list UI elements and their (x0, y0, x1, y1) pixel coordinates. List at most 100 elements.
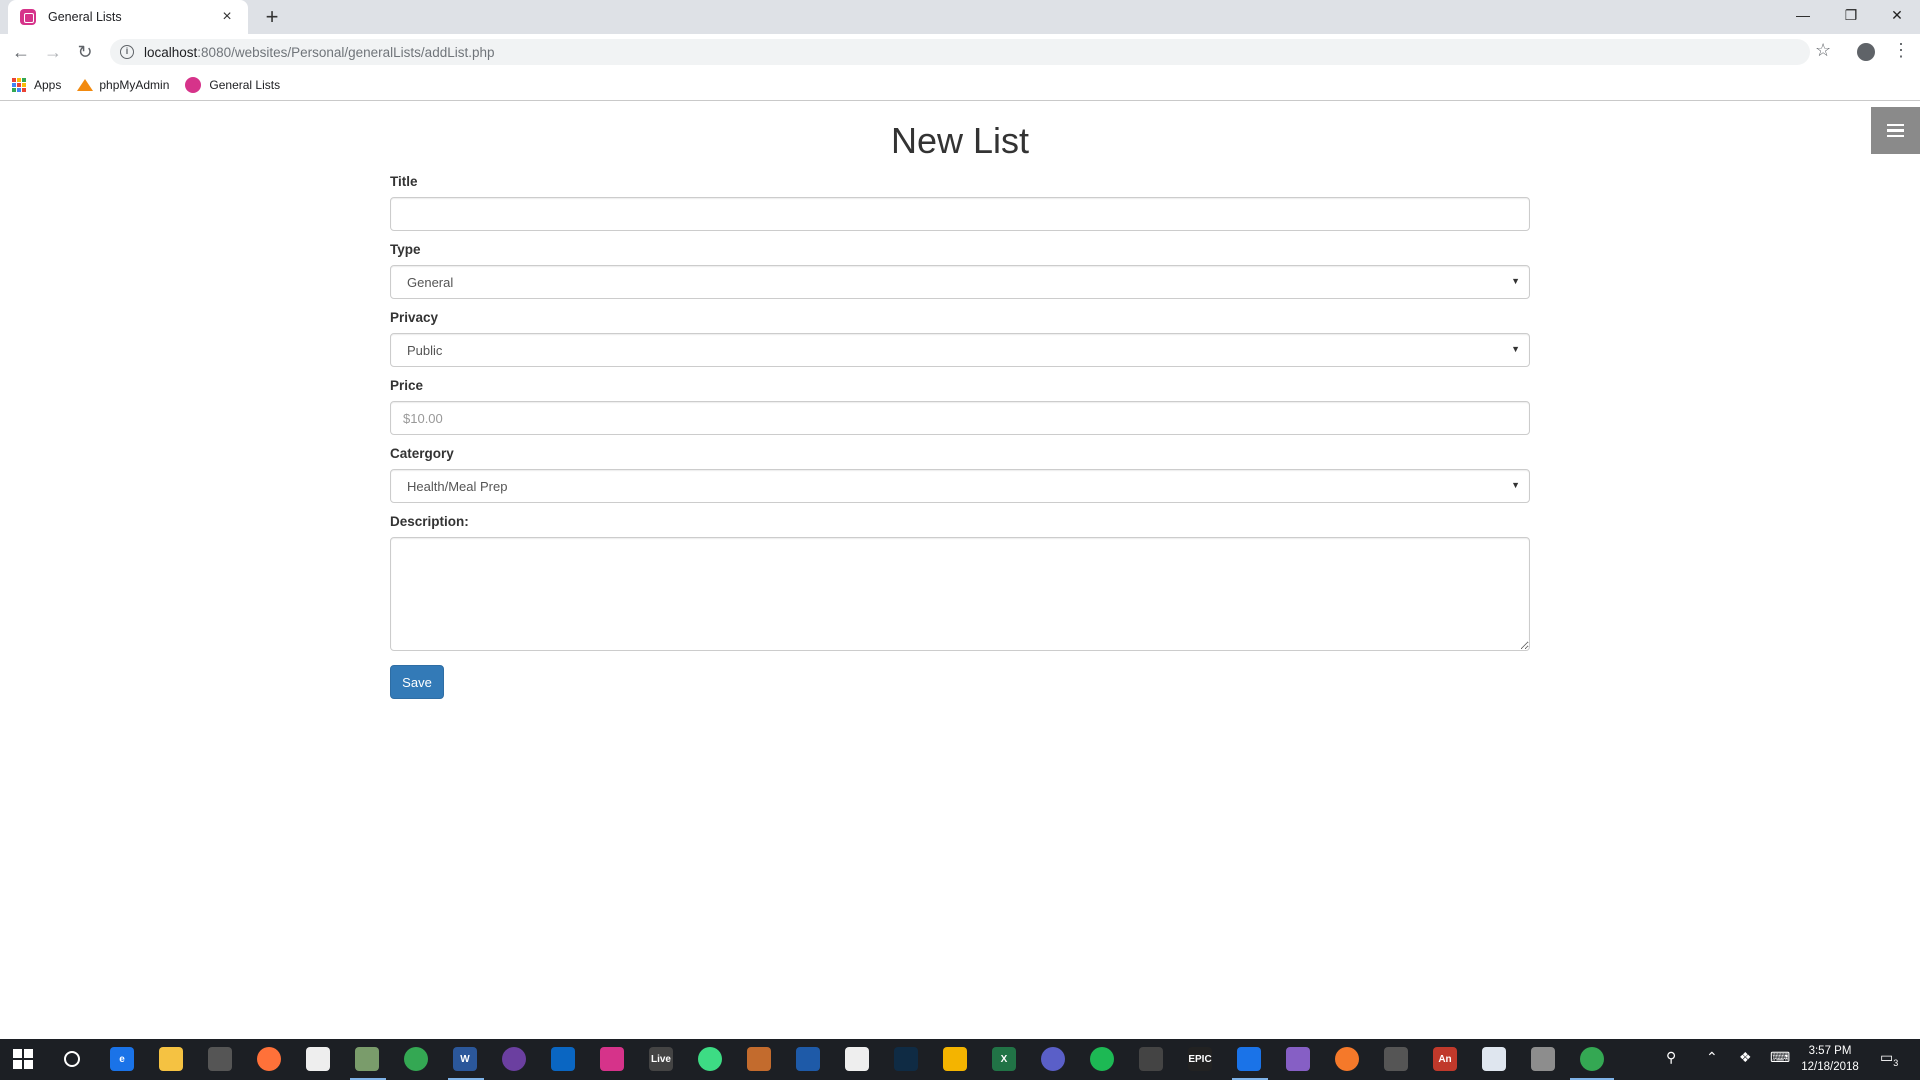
bookmark-apps[interactable]: Apps (12, 78, 61, 92)
cortana-search-icon[interactable] (60, 1047, 84, 1071)
chevron-up-icon[interactable]: ⌃ (1706, 1049, 1718, 1066)
excel-icon[interactable]: X (992, 1047, 1016, 1071)
category-select-wrap: Health/Meal Prep ▼ (390, 469, 1530, 503)
address-path: :8080/websites/Personal/generalLists/add… (197, 44, 495, 60)
price-label: Price (390, 378, 424, 393)
category-select[interactable]: Health/Meal Prep (390, 469, 1530, 503)
description-label: Description: (390, 514, 469, 529)
browser-toolbar: ← → ↻ i localhost:8080/websites/Personal… (0, 34, 1920, 70)
close-window-button[interactable]: ✕ (1874, 0, 1920, 30)
app-icon[interactable] (502, 1047, 526, 1071)
app-icon[interactable] (796, 1047, 820, 1071)
bookmark-star-icon[interactable]: ☆ (1815, 40, 1831, 61)
epic-games-icon[interactable]: EPIC (1188, 1047, 1212, 1071)
type-group: Type General ▼ (390, 241, 1530, 299)
people-icon[interactable]: ⚲ (1666, 1049, 1676, 1066)
taskbar: e W Live X EPIC An ⚲ ⌃ ❖ ⌨ 3:57 PM 12/18… (0, 1039, 1920, 1080)
camera-icon[interactable] (306, 1047, 330, 1071)
windows-start-icon[interactable] (12, 1048, 34, 1070)
bookmark-label: Apps (34, 78, 62, 92)
file-explorer-icon[interactable] (159, 1047, 183, 1071)
hamburger-menu-button[interactable] (1871, 107, 1920, 154)
app-icon[interactable] (943, 1047, 967, 1071)
address-bar[interactable]: i localhost:8080/websites/Personal/gener… (110, 39, 1810, 65)
android-studio-icon[interactable] (698, 1047, 722, 1071)
action-center-icon[interactable]: ▭3 (1880, 1049, 1898, 1068)
reload-button[interactable]: ↻ (73, 40, 97, 64)
browser-menu-icon[interactable]: ⋮ (1892, 40, 1910, 61)
title-input[interactable] (390, 197, 1530, 231)
privacy-select[interactable]: Public (390, 333, 1530, 367)
profile-avatar-icon[interactable] (1857, 43, 1875, 61)
app-icon[interactable] (1041, 1047, 1065, 1071)
category-group: Catergory Health/Meal Prep ▼ (390, 445, 1530, 503)
bookmarks-bar: Apps phpMyAdmin General Lists (0, 70, 1920, 101)
tab-strip: General Lists × + — ❐ ✕ (0, 0, 1920, 34)
title-group: Title (390, 173, 1530, 231)
minimize-button[interactable]: — (1780, 0, 1826, 30)
tab-close-icon[interactable]: × (218, 8, 236, 26)
apps-grid-icon (12, 78, 26, 92)
app-icon[interactable] (355, 1047, 379, 1071)
app-icon[interactable] (747, 1047, 771, 1071)
description-textarea[interactable] (390, 537, 1530, 651)
privacy-group: Privacy Public ▼ (390, 309, 1530, 367)
address-host: localhost (144, 44, 198, 60)
forward-button[interactable]: → (41, 40, 65, 64)
app-icon[interactable] (1384, 1047, 1408, 1071)
app-icon[interactable] (1237, 1047, 1261, 1071)
firefox-icon[interactable] (257, 1047, 281, 1071)
site-info-icon[interactable]: i (120, 45, 134, 59)
page-content: New List Title Type General ▼ Privacy Pu… (0, 102, 1920, 1039)
animate-icon[interactable]: An (1433, 1047, 1457, 1071)
form-container: New List Title Type General ▼ Privacy Pu… (390, 102, 1530, 699)
description-group: Description: (390, 513, 1530, 651)
new-tab-button[interactable]: + (258, 3, 286, 31)
general-lists-favicon-icon (20, 9, 36, 25)
type-select[interactable]: General (390, 265, 1530, 299)
app-icon[interactable] (551, 1047, 575, 1071)
blender-icon[interactable] (1335, 1047, 1359, 1071)
save-button[interactable]: Save (390, 665, 444, 699)
bookmark-general-lists[interactable]: General Lists (185, 77, 280, 93)
store-icon[interactable] (208, 1047, 232, 1071)
price-group: Price (390, 377, 1530, 435)
page-title: New List (890, 120, 1030, 161)
general-lists-icon (185, 77, 202, 93)
eclipse-icon[interactable] (894, 1047, 918, 1071)
wamp-icon[interactable] (600, 1047, 624, 1071)
hamburger-line (1887, 129, 1904, 132)
spotify-icon[interactable] (1090, 1047, 1114, 1071)
edge-icon[interactable]: e (110, 1047, 134, 1071)
tab-title: General Lists (48, 10, 122, 24)
keyboard-icon[interactable]: ⌨ (1770, 1049, 1790, 1066)
mail-icon[interactable] (845, 1047, 869, 1071)
phpmyadmin-icon (77, 79, 94, 91)
hamburger-line (1887, 123, 1904, 127)
visual-studio-icon[interactable] (1286, 1047, 1310, 1071)
dropbox-icon[interactable]: ❖ (1739, 1049, 1752, 1066)
category-label: Catergory (390, 446, 454, 461)
system-clock[interactable]: 3:57 PM 12/18/2018 (1790, 1043, 1870, 1075)
calculator-icon[interactable] (1139, 1047, 1163, 1071)
type-label: Type (390, 242, 421, 257)
back-button[interactable]: ← (9, 40, 33, 64)
type-select-wrap: General ▼ (390, 265, 1530, 299)
chrome-icon[interactable] (1580, 1047, 1604, 1071)
app-icon[interactable] (1531, 1047, 1555, 1071)
app-icon[interactable] (1482, 1047, 1506, 1071)
tab-general-lists[interactable]: General Lists × (8, 0, 248, 34)
notification-count: 3 (1893, 1057, 1899, 1068)
bookmark-label: General Lists (209, 78, 281, 92)
clock-date: 12/18/2018 (1801, 1061, 1859, 1073)
bookmark-phpmyadmin[interactable]: phpMyAdmin (77, 78, 169, 92)
clock-time: 3:57 PM (1808, 1045, 1852, 1057)
chrome-icon[interactable] (404, 1047, 428, 1071)
restore-button[interactable]: ❐ (1828, 0, 1874, 30)
privacy-label: Privacy (390, 310, 439, 325)
bookmark-label: phpMyAdmin (99, 78, 170, 92)
live-icon[interactable]: Live (649, 1047, 673, 1071)
hamburger-line (1887, 134, 1904, 138)
price-input[interactable] (390, 401, 1530, 435)
word-icon[interactable]: W (453, 1047, 477, 1071)
